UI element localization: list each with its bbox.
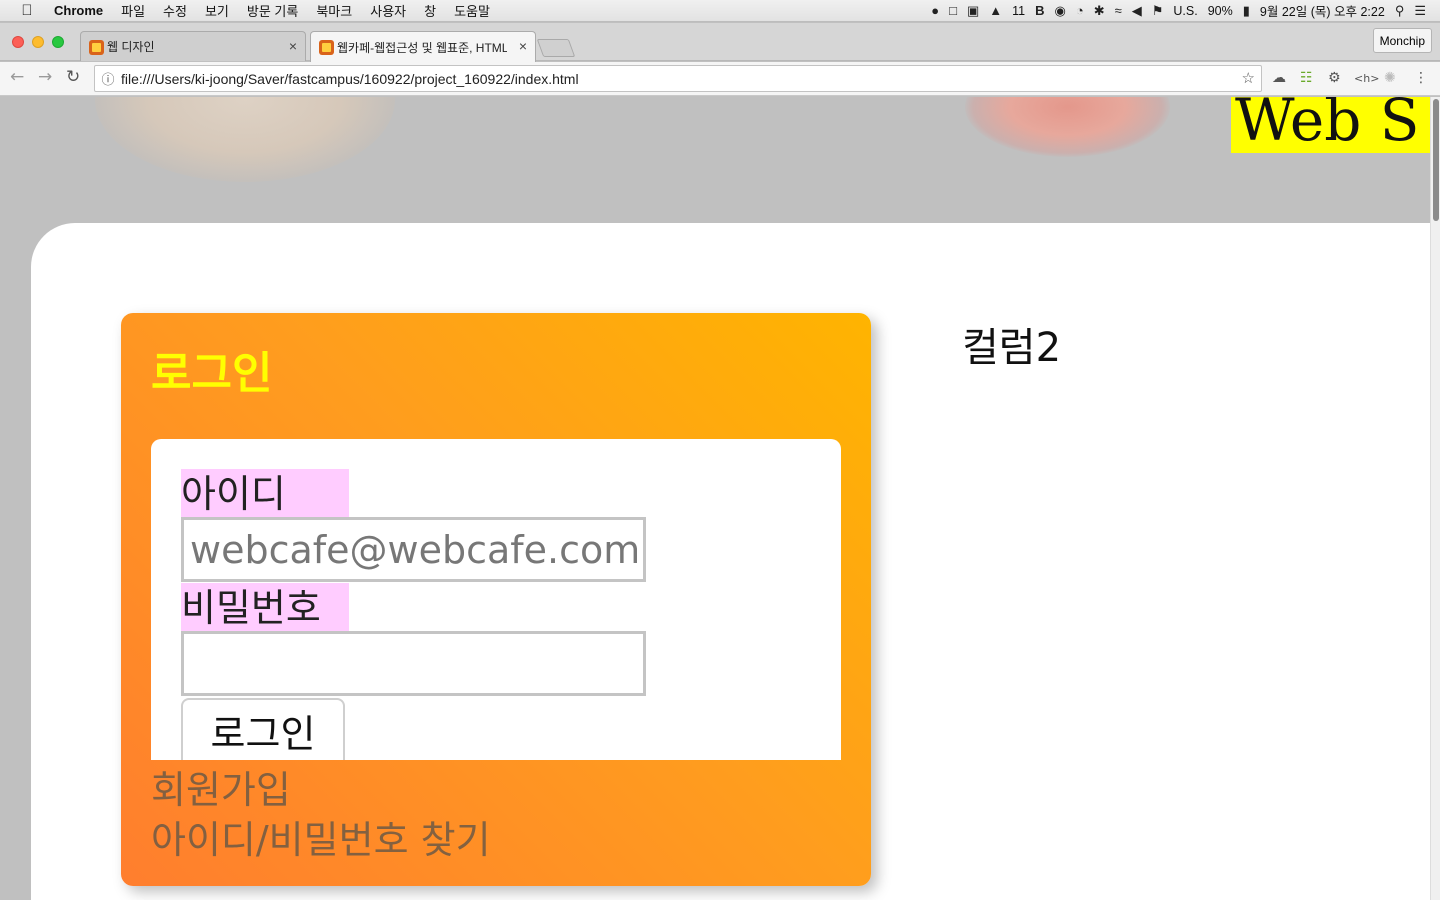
- favicon-icon: [89, 40, 104, 55]
- browser-toolbar: ← → ↻ ⓘ file:///Users/ki-joong/Saver/fas…: [0, 62, 1440, 96]
- id-label: 아이디: [181, 469, 349, 518]
- login-form: 아이디 비밀번호 로그인: [151, 439, 841, 760]
- page-viewport: Web S 로그인 아이디 비밀번호 로그인 회원가입 아이디/비밀번호 찾기 …: [0, 97, 1440, 900]
- new-tab-button[interactable]: [536, 39, 576, 57]
- volume-icon[interactable]: ◀: [1132, 3, 1142, 19]
- zoom-window-button[interactable]: [52, 36, 64, 48]
- find-account-link[interactable]: 아이디/비밀번호 찾기: [151, 809, 491, 864]
- profile-button[interactable]: Monchip: [1372, 28, 1432, 53]
- wifi-icon[interactable]: ≈: [1115, 3, 1122, 18]
- spotlight-icon[interactable]: ⚲: [1395, 3, 1405, 19]
- status-area: ● □ ▣ ▲ 11 B ◉ ◔ ✱ ≈ ◀ ⚑ U.S. 90% ▮ 9월 2…: [931, 1, 1440, 20]
- back-icon[interactable]: ←: [10, 67, 24, 87]
- signup-link[interactable]: 회원가입: [151, 759, 291, 814]
- forward-icon[interactable]: →: [38, 67, 52, 87]
- id-input[interactable]: [181, 517, 646, 582]
- menu-people[interactable]: 사용자: [361, 1, 415, 20]
- settings-extension-icon[interactable]: ⚙: [1328, 70, 1341, 86]
- login-heading: 로그인: [151, 348, 273, 399]
- contacts-icon[interactable]: ▣: [967, 3, 979, 19]
- menu-bookmarks[interactable]: 북마크: [307, 1, 361, 20]
- menu-help[interactable]: 도움말: [445, 1, 499, 20]
- page-scrollbar[interactable]: [1430, 97, 1440, 900]
- menu-file[interactable]: 파일: [112, 1, 154, 20]
- tab-webcafe[interactable]: 웹카페-웹접근성 및 웹표준, HTML5 ×: [310, 31, 536, 62]
- window-controls: [12, 36, 64, 48]
- login-panel: 로그인 아이디 비밀번호 로그인 회원가입 아이디/비밀번호 찾기: [121, 313, 871, 886]
- password-label: 비밀번호: [181, 583, 349, 632]
- close-tab-icon[interactable]: ×: [289, 38, 297, 54]
- bookmark-star-icon[interactable]: ☆: [1242, 69, 1255, 87]
- scrollbar-thumb[interactable]: [1433, 99, 1439, 221]
- address-bar[interactable]: ⓘ file:///Users/ki-joong/Saver/fastcampu…: [94, 65, 1262, 92]
- tab-title: 웹카페-웹접근성 및 웹표준, HTML5: [337, 40, 507, 55]
- login-submit-button[interactable]: 로그인: [181, 698, 345, 760]
- menu-window[interactable]: 창: [415, 1, 445, 20]
- cloud-extension-icon[interactable]: ☁: [1272, 70, 1286, 86]
- tab-title: 웹 디자인: [107, 40, 155, 54]
- input-source[interactable]: U.S.: [1173, 4, 1197, 18]
- camera-icon[interactable]: ◉: [1055, 3, 1066, 19]
- menu-edit[interactable]: 수정: [154, 1, 196, 20]
- menu-history[interactable]: 방문 기록: [238, 1, 307, 20]
- flag-icon[interactable]: ⚑: [1152, 3, 1164, 19]
- close-window-button[interactable]: [12, 36, 24, 48]
- reload-icon[interactable]: ↻: [66, 67, 80, 87]
- chat-icon[interactable]: ●: [931, 3, 939, 18]
- menu-app-name[interactable]: Chrome: [54, 3, 112, 18]
- notification-center-icon[interactable]: ☰: [1414, 3, 1426, 19]
- address-url: file:///Users/ki-joong/Saver/fastcampus/…: [121, 70, 579, 87]
- tab-web-design[interactable]: 웹 디자인 ×: [80, 31, 306, 61]
- apple-icon[interactable]: : [0, 2, 54, 19]
- menu-view[interactable]: 보기: [196, 1, 238, 20]
- column2-heading: 컬럼2: [962, 325, 1062, 371]
- ladder-extension-icon[interactable]: ☷: [1300, 70, 1313, 86]
- time-machine-icon[interactable]: ◔: [1076, 3, 1084, 18]
- menu-kebab-icon[interactable]: ⋮: [1414, 70, 1428, 86]
- notes-icon[interactable]: □: [949, 3, 957, 18]
- bluetooth-icon[interactable]: ✱: [1094, 3, 1105, 19]
- battery-icon[interactable]: ▮: [1243, 3, 1250, 19]
- battery-percent: 90%: [1207, 3, 1233, 18]
- site-title: Web S: [1231, 97, 1440, 153]
- password-input[interactable]: [181, 631, 646, 696]
- behance-icon[interactable]: B: [1035, 3, 1044, 18]
- adobe-icon[interactable]: ▲: [989, 3, 1002, 18]
- sys-count: 11: [1012, 3, 1026, 18]
- html-extension-icon[interactable]: <h>: [1354, 72, 1379, 85]
- flower-decoration: [965, 97, 1170, 157]
- close-tab-icon[interactable]: ×: [519, 38, 527, 54]
- tab-strip: 웹 디자인 × 웹카페-웹접근성 및 웹표준, HTML5 × Monchip: [0, 23, 1440, 62]
- puzzle-extension-icon[interactable]: ✺: [1384, 70, 1396, 86]
- menu-bar:  Chrome 파일 수정 보기 방문 기록 북마크 사용자 창 도움말 ● …: [0, 0, 1440, 22]
- favicon-icon: [319, 40, 334, 55]
- info-icon[interactable]: ⓘ: [95, 69, 121, 88]
- flower-decoration: [95, 97, 395, 182]
- minimize-window-button[interactable]: [32, 36, 44, 48]
- clock[interactable]: 9월 22일 (목) 오후 2:22: [1260, 1, 1385, 20]
